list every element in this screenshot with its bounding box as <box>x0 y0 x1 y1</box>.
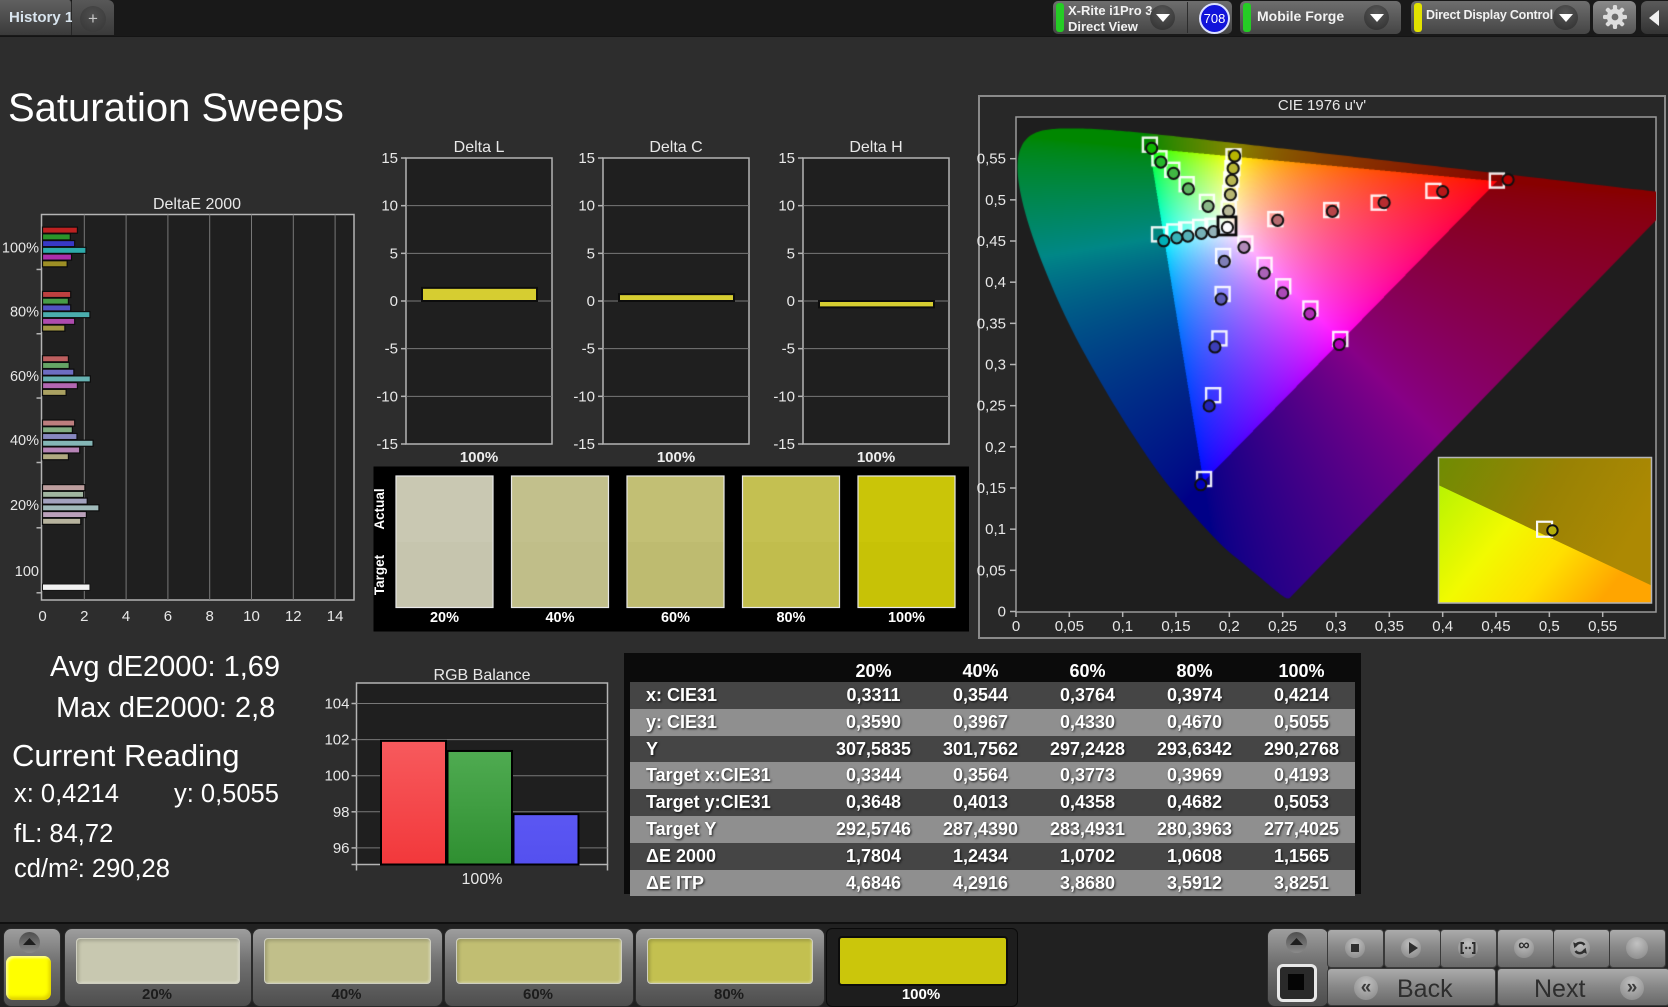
svg-text:10: 10 <box>243 608 260 625</box>
svg-text:0,05: 0,05 <box>1055 618 1084 635</box>
svg-text:0,05: 0,05 <box>977 562 1006 579</box>
svg-text:0,25: 0,25 <box>1268 618 1297 635</box>
svg-text:0,55: 0,55 <box>1588 618 1617 635</box>
svg-text:0,1: 0,1 <box>985 521 1006 538</box>
svg-text:0,25: 0,25 <box>977 398 1006 415</box>
svg-text:2: 2 <box>80 608 88 625</box>
svg-text:98: 98 <box>333 804 350 821</box>
svg-text:20%: 20% <box>10 498 39 514</box>
svg-text:-15: -15 <box>573 436 595 453</box>
svg-text:0,15: 0,15 <box>1161 618 1190 635</box>
svg-text:0,4: 0,4 <box>1432 618 1453 635</box>
svg-text:0,35: 0,35 <box>977 315 1006 332</box>
svg-text:100%: 100% <box>2 240 39 256</box>
svg-text:-15: -15 <box>773 436 795 453</box>
svg-text:100%: 100% <box>657 449 695 466</box>
svg-text:-5: -5 <box>782 341 795 358</box>
svg-text:0,5: 0,5 <box>1539 618 1560 635</box>
svg-text:8: 8 <box>206 608 214 625</box>
svg-text:0,2: 0,2 <box>985 439 1006 456</box>
svg-text:RGB Balance: RGB Balance <box>434 667 531 684</box>
svg-text:10: 10 <box>578 198 595 215</box>
svg-text:60%: 60% <box>661 610 690 626</box>
svg-text:0: 0 <box>587 293 595 310</box>
svg-text:15: 15 <box>778 150 795 167</box>
svg-text:14: 14 <box>327 608 344 625</box>
svg-text:-10: -10 <box>773 388 795 405</box>
svg-text:80%: 80% <box>10 305 39 321</box>
svg-text:0,3: 0,3 <box>985 357 1006 374</box>
svg-text:DeltaE 2000: DeltaE 2000 <box>153 196 241 213</box>
svg-text:Delta L: Delta L <box>454 139 505 156</box>
svg-text:-15: -15 <box>376 436 398 453</box>
svg-text:96: 96 <box>333 840 350 857</box>
svg-text:0,5: 0,5 <box>985 192 1006 209</box>
svg-text:100: 100 <box>15 564 39 580</box>
svg-text:10: 10 <box>381 198 398 215</box>
svg-text:Delta C: Delta C <box>649 139 702 156</box>
svg-text:0,55: 0,55 <box>977 151 1006 168</box>
svg-text:20%: 20% <box>430 610 459 626</box>
svg-text:15: 15 <box>381 150 398 167</box>
svg-text:80%: 80% <box>776 610 805 626</box>
svg-text:5: 5 <box>587 245 595 262</box>
svg-text:0,2: 0,2 <box>1219 618 1240 635</box>
svg-text:15: 15 <box>578 150 595 167</box>
svg-text:-10: -10 <box>376 388 398 405</box>
svg-text:100%: 100% <box>888 610 925 626</box>
svg-text:5: 5 <box>787 245 795 262</box>
svg-text:0: 0 <box>390 293 398 310</box>
svg-text:Target: Target <box>372 554 387 595</box>
svg-text:100: 100 <box>324 768 349 785</box>
svg-text:0: 0 <box>998 604 1006 621</box>
svg-text:60%: 60% <box>10 369 39 385</box>
svg-text:100%: 100% <box>462 871 503 888</box>
svg-text:4: 4 <box>122 608 130 625</box>
svg-text:40%: 40% <box>545 610 574 626</box>
svg-text:0,4: 0,4 <box>985 274 1006 291</box>
svg-text:12: 12 <box>285 608 302 625</box>
svg-text:40%: 40% <box>10 433 39 449</box>
svg-text:0: 0 <box>1012 618 1020 635</box>
svg-text:-5: -5 <box>385 341 398 358</box>
svg-text:0: 0 <box>38 608 46 625</box>
svg-text:5: 5 <box>390 245 398 262</box>
svg-text:102: 102 <box>324 732 349 749</box>
svg-text:6: 6 <box>164 608 172 625</box>
svg-text:0,35: 0,35 <box>1375 618 1404 635</box>
svg-text:0,15: 0,15 <box>977 480 1006 497</box>
svg-text:-5: -5 <box>582 341 595 358</box>
svg-text:Actual: Actual <box>372 488 387 529</box>
svg-text:-10: -10 <box>573 388 595 405</box>
svg-text:10: 10 <box>778 198 795 215</box>
svg-text:0,3: 0,3 <box>1326 618 1347 635</box>
svg-text:0,1: 0,1 <box>1112 618 1133 635</box>
svg-text:100%: 100% <box>857 449 895 466</box>
svg-text:0: 0 <box>787 293 795 310</box>
svg-text:100%: 100% <box>460 449 498 466</box>
svg-text:104: 104 <box>324 696 349 713</box>
svg-text:Delta H: Delta H <box>849 139 902 156</box>
svg-text:0,45: 0,45 <box>977 233 1006 250</box>
svg-text:0,45: 0,45 <box>1481 618 1510 635</box>
svg-text:CIE 1976 u'v': CIE 1976 u'v' <box>1278 97 1366 114</box>
